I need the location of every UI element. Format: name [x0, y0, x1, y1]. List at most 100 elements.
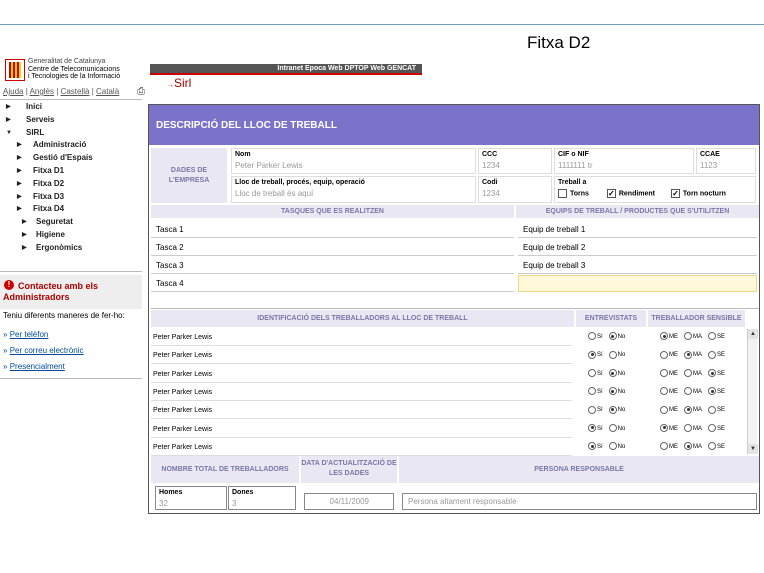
company-section-label: DADES DE L'EMPRESA	[151, 148, 227, 203]
worker-row[interactable]: Peter Parker Lewis	[151, 347, 572, 365]
workers-scrollbar[interactable]: ▲ ▼	[747, 329, 758, 454]
equip-row[interactable]: Equip de treball 1	[518, 221, 757, 238]
entrevistat-radio-group: Sí No	[588, 402, 631, 419]
contact-link-phone[interactable]: » Per telèfon	[3, 330, 48, 339]
radio-no[interactable]	[608, 350, 617, 359]
ccae-field[interactable]: CCAE 1123	[696, 148, 756, 174]
radio-ma[interactable]	[684, 442, 692, 451]
nav-item-serveis[interactable]: ▶ Serveis	[0, 114, 142, 127]
radio-no[interactable]	[608, 423, 617, 432]
torns-checkbox[interactable]	[558, 189, 567, 198]
entrevistat-radio-group: Sí No	[588, 329, 631, 346]
org-name: Generalitat de Catalunya Centre de Telec…	[28, 58, 120, 81]
nav-item-sirl[interactable]: ▼ SIRL	[0, 127, 142, 140]
radio-ma[interactable]	[684, 387, 692, 396]
nav-item-gestio-espais[interactable]: ▶ Gestió d'Espais	[0, 152, 142, 165]
radio-si[interactable]	[588, 442, 596, 451]
radio-se[interactable]	[708, 405, 716, 414]
worker-row[interactable]: Peter Parker Lewis	[151, 383, 572, 401]
nav-item-administracio[interactable]: ▶ Administració	[0, 139, 142, 152]
task-row[interactable]: Tasca 2	[151, 239, 514, 256]
printer-icon[interactable]: ⎙	[137, 86, 145, 97]
contact-link-email[interactable]: » Per correu electrònic	[3, 346, 84, 355]
radio-no[interactable]	[608, 405, 617, 414]
radio-label: ME	[669, 334, 678, 340]
scroll-down-icon[interactable]: ▼	[748, 444, 758, 454]
torn-nocturn-checkbox[interactable]: ✓	[670, 189, 680, 198]
radio-se[interactable]	[708, 423, 716, 432]
radio-ma[interactable]	[684, 350, 692, 359]
task-row[interactable]: Tasca 3	[151, 257, 514, 274]
radio-si[interactable]	[588, 405, 596, 414]
worker-row[interactable]: Peter Parker Lewis	[151, 329, 572, 346]
update-date-input[interactable]: 04/11/2009	[304, 493, 394, 510]
nav-label: Seguretat	[36, 217, 73, 227]
nom-field[interactable]: Nom Peter Parker Lewis	[231, 148, 476, 174]
nav-item-fitxa-d1[interactable]: ▶ Fitxa D1	[0, 165, 142, 178]
codi-field[interactable]: Codi 1234	[478, 176, 552, 203]
lloc-field[interactable]: Lloc de treball, procés, equip, operació…	[231, 176, 476, 203]
contact-link-in-person[interactable]: » Presencialment	[3, 362, 65, 371]
radio-label: SE	[717, 334, 726, 340]
equip-row[interactable]: Equip de treball 2	[518, 239, 757, 256]
help-link[interactable]: Ajuda	[3, 87, 23, 96]
nav-item-fitxa-d3[interactable]: ▶ Fitxa D3	[0, 191, 142, 204]
radio-se[interactable]	[708, 332, 716, 341]
lang-english-link[interactable]: Anglès	[30, 87, 54, 96]
radio-me[interactable]	[660, 442, 668, 451]
tasks-header: TASQUES QUE ES REALITZEN	[151, 205, 514, 218]
radio-si[interactable]	[588, 369, 596, 378]
equip-row[interactable]: Equip de treball 3	[518, 257, 757, 274]
homes-field[interactable]: Homes 32	[155, 486, 227, 510]
radio-si[interactable]	[588, 387, 596, 396]
radio-ma[interactable]	[684, 423, 692, 432]
nav-item-seguretat[interactable]: ▶ Seguretat	[0, 216, 142, 229]
radio-si[interactable]	[588, 332, 596, 341]
radio-no[interactable]	[608, 332, 617, 341]
radio-me[interactable]	[660, 332, 668, 341]
nav-item-inici[interactable]: ▶ Inici	[0, 101, 142, 114]
worker-row[interactable]: Peter Parker Lewis	[151, 420, 572, 438]
radio-se[interactable]	[708, 350, 716, 359]
link-label[interactable]: Per telèfon	[10, 330, 49, 339]
responsible-input[interactable]: Persona altament responsable	[402, 493, 757, 510]
dones-field[interactable]: Dones 3	[228, 486, 296, 510]
radio-me[interactable]	[660, 369, 668, 378]
radio-me[interactable]	[660, 350, 668, 359]
radio-me[interactable]	[660, 387, 668, 396]
radio-se[interactable]	[708, 442, 716, 451]
radio-no[interactable]	[608, 369, 617, 378]
radio-ma[interactable]	[684, 369, 692, 378]
lang-catalan-link[interactable]: Català	[96, 87, 119, 96]
nav-label: Fitxa D4	[33, 204, 65, 214]
radio-no[interactable]	[608, 442, 617, 451]
worker-row[interactable]: Peter Parker Lewis	[151, 365, 572, 383]
link-label[interactable]: Presencialment	[10, 362, 65, 371]
radio-se[interactable]	[708, 387, 716, 396]
lang-spanish-link[interactable]: Castellà	[61, 87, 90, 96]
equip-row[interactable]	[518, 275, 757, 292]
scroll-up-icon[interactable]: ▲	[748, 329, 758, 339]
radio-si[interactable]	[588, 350, 596, 359]
radio-me[interactable]	[660, 405, 668, 414]
radio-me[interactable]	[660, 423, 668, 432]
task-row[interactable]: Tasca 1	[151, 221, 514, 238]
worker-row[interactable]: Peter Parker Lewis	[151, 438, 572, 456]
radio-se[interactable]	[708, 369, 716, 378]
rendiment-checkbox[interactable]: ✓	[606, 189, 616, 198]
nav-item-fitxa-d4[interactable]: ▶ Fitxa D4	[0, 203, 142, 216]
task-row[interactable]: Tasca 4	[151, 275, 514, 292]
link-label[interactable]: Per correu electrònic	[10, 346, 84, 355]
nav-item-fitxa-d2[interactable]: ▶ Fitxa D2	[0, 178, 142, 191]
radio-no[interactable]	[608, 387, 617, 396]
radio-si[interactable]	[588, 423, 596, 432]
cif-field[interactable]: CIF o NIF 1111111 tr	[554, 148, 694, 174]
nav-item-higiene[interactable]: ▶ Higiene	[0, 229, 142, 242]
nav-item-ergonomics[interactable]: ▶ Ergonòmics	[0, 242, 142, 255]
ccc-label: CCC	[482, 151, 498, 158]
worker-row[interactable]: Peter Parker Lewis	[151, 402, 572, 420]
ccc-field[interactable]: CCC 1234	[478, 148, 552, 174]
radio-ma[interactable]	[684, 332, 692, 341]
radio-ma[interactable]	[684, 405, 692, 414]
top-nav-links[interactable]: Intranet Epoca Web DPTOP Web GENCAT	[150, 64, 422, 73]
